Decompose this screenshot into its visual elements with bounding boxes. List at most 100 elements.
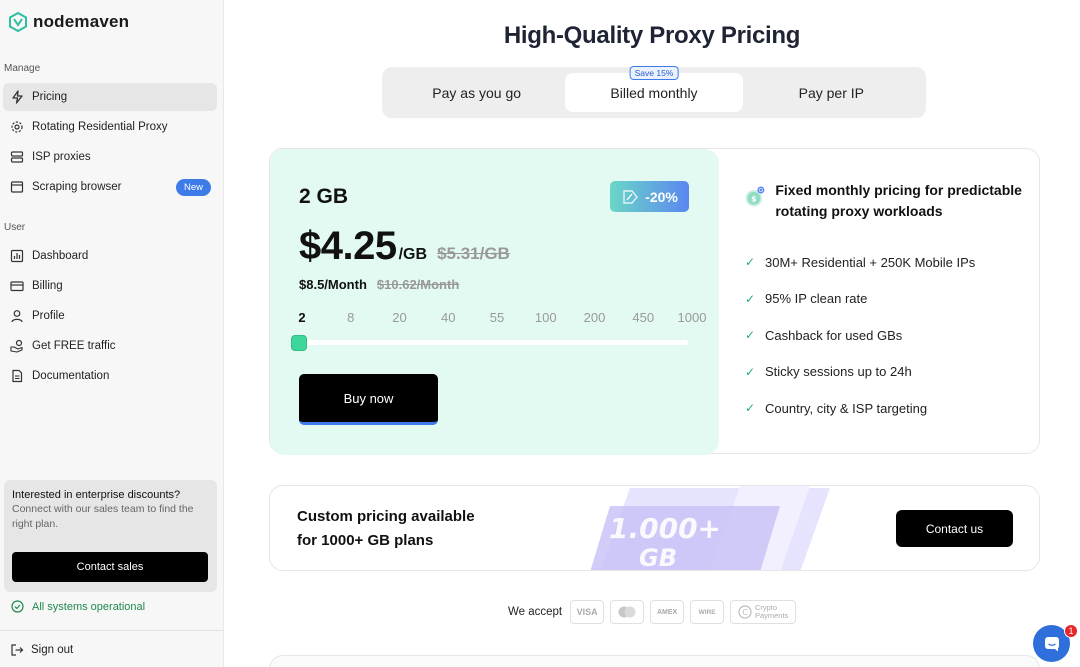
percent-tag-icon — [623, 189, 639, 204]
sidebar-divider — [0, 630, 223, 631]
we-accept-label: We accept — [508, 606, 563, 618]
gb-option[interactable]: 200 — [584, 310, 606, 325]
nodemaven-logo-icon — [9, 12, 27, 32]
sidebar-item-label: Billing — [32, 280, 63, 292]
custom-pricing-text: Custom pricing available for 1000+ GB pl… — [297, 505, 475, 553]
sidebar-item-label: Rotating Residential Proxy — [32, 121, 168, 133]
enterprise-title: Interested in enterprise discounts? — [12, 489, 181, 501]
sidebar-item-label: ISP proxies — [32, 151, 91, 163]
payment-methods: We accept VISA AMEX WIRE C Crypto Paymen… — [508, 600, 797, 624]
gb-banner-art: 1.000+ GB — [590, 486, 830, 571]
features-headline: $ Fixed monthly pricing for predictable … — [745, 180, 1041, 222]
gb-option[interactable]: 55 — [490, 310, 504, 325]
gb-slider-thumb[interactable] — [291, 335, 307, 351]
system-status[interactable]: All systems operational — [11, 600, 145, 613]
status-text: All systems operational — [32, 600, 146, 613]
svg-text:C: C — [742, 608, 748, 617]
chat-unread-badge: 1 — [1064, 624, 1078, 638]
sidebar: nodemaven Manage Pricing Rotating Reside… — [0, 0, 224, 667]
gb-option[interactable]: 20 — [392, 310, 406, 325]
hand-coin-icon — [10, 339, 24, 353]
price-unit: /GB — [398, 246, 428, 263]
feature-text: 30M+ Residential + 250K Mobile IPs — [765, 254, 976, 270]
contact-sales-button[interactable]: Contact sales — [12, 552, 208, 582]
sidebar-item-label: Dashboard — [32, 250, 89, 262]
feature-item: ✓ Cashback for used GBs — [745, 317, 1041, 354]
buy-now-button[interactable]: Buy now — [299, 374, 438, 425]
gb-option[interactable]: 450 — [632, 310, 654, 325]
gb-slider-track[interactable] — [299, 340, 688, 345]
svg-text:$: $ — [751, 193, 757, 203]
monthly-price-row: $8.5/Month $10.62/Month — [299, 277, 459, 292]
feature-item: ✓ 95% IP clean rate — [745, 281, 1041, 318]
enterprise-discount-box: Interested in enterprise discounts? Conn… — [4, 480, 217, 592]
price-row: $4.25 /GB $5.31/GB — [299, 224, 510, 269]
mastercard-icon — [610, 600, 645, 624]
sidebar-item-get-free-traffic[interactable]: Get FREE traffic — [3, 332, 217, 360]
sidebar-item-label: Get FREE traffic — [32, 340, 116, 352]
enterprise-description: Connect with our sales team to find the … — [12, 503, 194, 530]
logo[interactable]: nodemaven — [9, 12, 129, 32]
check-icon: ✓ — [745, 291, 756, 306]
sidebar-item-rotating-residential-proxy[interactable]: Rotating Residential Proxy — [3, 113, 217, 141]
sidebar-item-scraping-browser[interactable]: Scraping browser New — [3, 173, 217, 201]
price-per-gb: $4.25 — [299, 224, 397, 268]
feature-text: Sticky sessions up to 24h — [765, 364, 912, 380]
user-nav: Dashboard Billing Profile Get FREE traff… — [3, 242, 217, 392]
sidebar-item-isp-proxies[interactable]: ISP proxies — [3, 143, 217, 171]
pricing-card: 2 GB -20% $4.25 /GB $5.31/GB $8.5/Month … — [269, 148, 1041, 455]
crypto-coin-icon: C — [738, 605, 752, 619]
feature-item: ✓ Country, city & ISP targeting — [745, 390, 1041, 427]
feature-item: ✓ 30M+ Residential + 250K Mobile IPs — [745, 244, 1041, 281]
manage-section-label: Manage — [4, 63, 41, 74]
gb-option[interactable]: 100 — [535, 310, 557, 325]
sidebar-item-documentation[interactable]: Documentation — [3, 362, 217, 390]
gb-option[interactable]: 1000 — [678, 310, 707, 325]
plan-size: 2 GB — [299, 185, 349, 208]
bottom-card-edge — [269, 655, 1040, 667]
new-badge: New — [175, 178, 211, 196]
gb-option[interactable]: 8 — [347, 310, 354, 325]
feature-text: 95% IP clean rate — [765, 291, 868, 307]
sidebar-item-label: Profile — [32, 310, 65, 322]
sidebar-item-pricing[interactable]: Pricing — [3, 83, 217, 111]
sign-out-label: Sign out — [31, 644, 74, 656]
tab-pay-as-you-go[interactable]: Pay as you go — [388, 73, 565, 112]
tab-billed-monthly[interactable]: Save 15% Billed monthly — [565, 66, 743, 112]
tab-pay-per-ip[interactable]: Pay per IP — [743, 73, 920, 112]
old-price-per-gb: $5.31/GB — [437, 244, 510, 263]
user-icon — [10, 309, 24, 323]
discount-badge: -20% — [610, 181, 689, 212]
check-icon: ✓ — [745, 328, 756, 343]
wire-transfer-icon: WIRE — [690, 600, 725, 624]
chat-icon — [1044, 636, 1059, 651]
browser-icon — [10, 180, 24, 194]
sidebar-item-label: Pricing — [32, 91, 68, 103]
sign-out-icon — [11, 644, 24, 656]
custom-pricing-banner: Custom pricing available for 1000+ GB pl… — [269, 485, 1040, 571]
document-icon — [10, 369, 24, 383]
discount-text: -20% — [645, 188, 678, 205]
gb-option[interactable]: 40 — [441, 310, 455, 325]
sign-out-button[interactable]: Sign out — [10, 643, 73, 657]
gb-scale: 2 8 20 40 55 100 200 450 1000 — [296, 310, 708, 326]
check-icon: ✓ — [745, 364, 756, 379]
features-list: ✓ 30M+ Residential + 250K Mobile IPs ✓ 95%… — [745, 244, 1041, 427]
plan-panel: 2 GB -20% $4.25 /GB $5.31/GB $8.5/Month … — [270, 149, 719, 455]
features-headline-text: Fixed monthly pricing for predictable ro… — [775, 182, 1022, 219]
gb-option[interactable]: 2 — [298, 310, 305, 325]
sidebar-item-dashboard[interactable]: Dashboard — [3, 242, 217, 270]
contact-us-button[interactable]: Contact us — [896, 510, 1013, 547]
monthly-price: $8.5/Month — [299, 277, 367, 292]
feature-item: ✓ Sticky sessions up to 24h — [745, 354, 1041, 391]
credit-card-icon — [10, 279, 24, 293]
feature-text: Country, city & ISP targeting — [765, 400, 928, 416]
user-section-label: User — [4, 222, 26, 233]
sidebar-item-profile[interactable]: Profile — [3, 302, 217, 330]
gb-art-line2: GB — [639, 544, 677, 571]
feature-text: Cashback for used GBs — [765, 327, 903, 343]
sidebar-item-billing[interactable]: Billing — [3, 272, 217, 300]
old-monthly-price: $10.62/Month — [376, 277, 460, 292]
bolt-icon — [10, 90, 24, 104]
billing-tabs: Pay as you go Save 15% Billed monthly Pa… — [382, 66, 926, 118]
